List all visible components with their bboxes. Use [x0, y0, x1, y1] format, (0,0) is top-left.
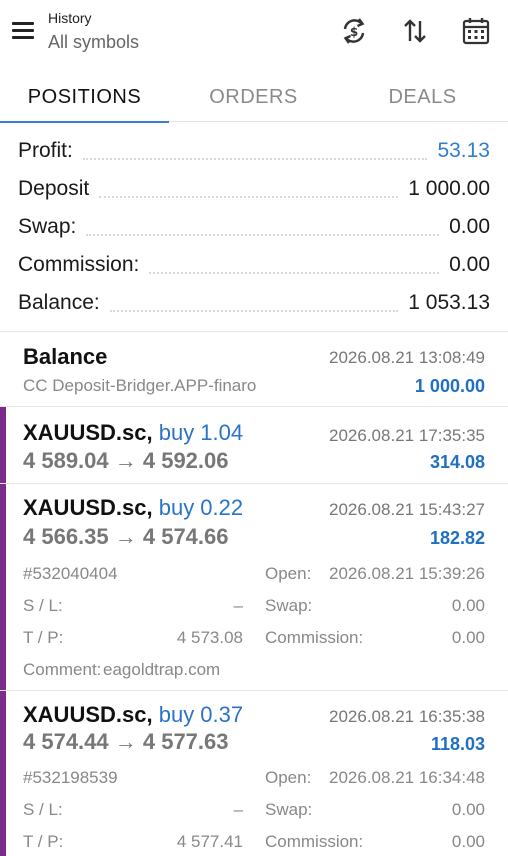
dotted-leader: [82, 158, 428, 160]
position-side: buy 0.37: [158, 702, 244, 727]
summary-value: 0.00: [449, 215, 490, 238]
position-time: 2026.08.21 16:35:38: [329, 707, 485, 726]
tab-deals[interactable]: DEALS: [338, 72, 507, 122]
balance-title: Balance: [23, 344, 108, 369]
open-label: Open:: [265, 564, 312, 583]
swap-label: Swap:: [265, 596, 313, 615]
position-profit: 182.82: [429, 528, 485, 548]
summary-label: Profit:: [18, 139, 73, 162]
swap-label: Swap:: [265, 800, 313, 819]
summary-swap-row: Swap: 0.00: [18, 208, 490, 246]
tp-value: 4 573.08: [176, 628, 243, 647]
page-title: History: [48, 10, 92, 26]
sl-label: S / L:: [23, 800, 63, 819]
summary-label: Deposit: [18, 177, 90, 200]
summary-commission-row: Commission: 0.00: [18, 246, 490, 284]
summary-profit-row: Profit: 53.13: [18, 132, 490, 170]
position-accent-bar: [0, 484, 6, 690]
symbol-name: XAUUSD.sc,: [23, 420, 153, 445]
summary-label: Commission:: [18, 253, 140, 276]
comment-label: Comment:: [23, 660, 102, 679]
tab-positions-label: POSITIONS: [27, 85, 142, 108]
calendar-icon[interactable]: [461, 16, 491, 46]
position-profit: 314.08: [429, 452, 485, 472]
comment-value: eagoldtrap.com: [103, 660, 221, 679]
tab-positions[interactable]: POSITIONS: [0, 72, 169, 123]
summary-label: Swap:: [18, 215, 77, 238]
position-ticket: #532198539: [23, 768, 118, 787]
menu-icon[interactable]: [12, 22, 34, 40]
sort-icon[interactable]: [400, 16, 430, 46]
position-prices: 4 566.35 → 4 574.66: [23, 524, 229, 549]
swap-value: 0.00: [451, 800, 485, 819]
position-prices: 4 574.44 → 4 577.63: [23, 729, 229, 754]
position-item-expanded[interactable]: XAUUSD.sc, buy 0.37 2026.08.21 16:35:38 …: [0, 691, 508, 856]
symbol-filter[interactable]: All symbols: [48, 32, 139, 53]
symbol-name: XAUUSD.sc,: [23, 495, 153, 520]
dotted-leader: [99, 196, 399, 198]
position-item[interactable]: XAUUSD.sc, buy 1.04 2026.08.21 17:35:35 …: [0, 407, 508, 483]
summary-panel: Profit: 53.13 Deposit 1 000.00 Swap: 0.0…: [0, 130, 508, 330]
tab-orders[interactable]: ORDERS: [169, 72, 338, 122]
sl-value: –: [233, 800, 243, 819]
balance-time: 2026.08.21 13:08:49: [329, 348, 485, 367]
summary-balance-row: Balance: 1 053.13: [18, 284, 490, 322]
symbol-name: XAUUSD.sc,: [23, 702, 153, 727]
app-header: History All symbols $: [0, 0, 508, 64]
active-tab-indicator: [0, 121, 169, 123]
summary-value: 1 000.00: [408, 177, 490, 200]
tab-bar: POSITIONS ORDERS DEALS: [0, 72, 508, 123]
tp-value: 4 577.41: [176, 832, 243, 851]
open-time: 2026.08.21 16:34:48: [329, 768, 485, 787]
position-accent-bar: [0, 407, 6, 483]
position-symbol: XAUUSD.sc, buy 0.37: [23, 702, 243, 728]
position-side: buy 0.22: [158, 495, 244, 520]
position-time: 2026.08.21 17:35:35: [329, 426, 485, 445]
sl-label: S / L:: [23, 596, 63, 615]
position-symbol: XAUUSD.sc, buy 1.04: [23, 420, 243, 446]
summary-value: 0.00: [449, 253, 490, 276]
position-item-expanded[interactable]: XAUUSD.sc, buy 0.22 2026.08.21 15:43:27 …: [0, 484, 508, 690]
dotted-leader: [109, 310, 399, 312]
commission-value: 0.00: [451, 628, 485, 647]
commission-value: 0.00: [451, 832, 485, 851]
position-time: 2026.08.21 15:43:27: [329, 500, 485, 519]
position-ticket: #532040404: [23, 564, 118, 583]
tp-label: T / P:: [23, 832, 64, 851]
position-prices: 4 589.04 → 4 592.06: [23, 448, 229, 473]
summary-label: Balance:: [18, 291, 100, 314]
swap-value: 0.00: [451, 596, 485, 615]
dotted-leader: [149, 272, 440, 274]
balance-entry[interactable]: Balance 2026.08.21 13:08:49 CC Deposit-B…: [0, 332, 508, 406]
svg-text:$: $: [350, 25, 358, 39]
summary-value: 53.13: [437, 139, 490, 162]
position-symbol: XAUUSD.sc, buy 0.22: [23, 495, 243, 521]
balance-amount: 1 000.00: [414, 376, 485, 396]
balance-comment: CC Deposit-Bridger.APP-finaro: [23, 376, 257, 395]
tab-orders-label: ORDERS: [209, 85, 298, 108]
summary-value: 1 053.13: [408, 291, 490, 314]
tp-label: T / P:: [23, 628, 64, 647]
open-label: Open:: [265, 768, 312, 787]
position-profit: 118.03: [430, 734, 485, 754]
tab-deals-label: DEALS: [388, 85, 457, 108]
sl-value: –: [233, 596, 243, 615]
dotted-leader: [86, 234, 440, 236]
commission-label: Commission:: [265, 628, 364, 647]
position-accent-bar: [0, 691, 6, 856]
open-time: 2026.08.21 15:39:26: [329, 564, 485, 583]
summary-deposit-row: Deposit 1 000.00: [18, 170, 490, 208]
position-side: buy 1.04: [158, 420, 244, 445]
commission-label: Commission:: [265, 832, 364, 851]
currency-exchange-icon[interactable]: $: [339, 16, 369, 46]
